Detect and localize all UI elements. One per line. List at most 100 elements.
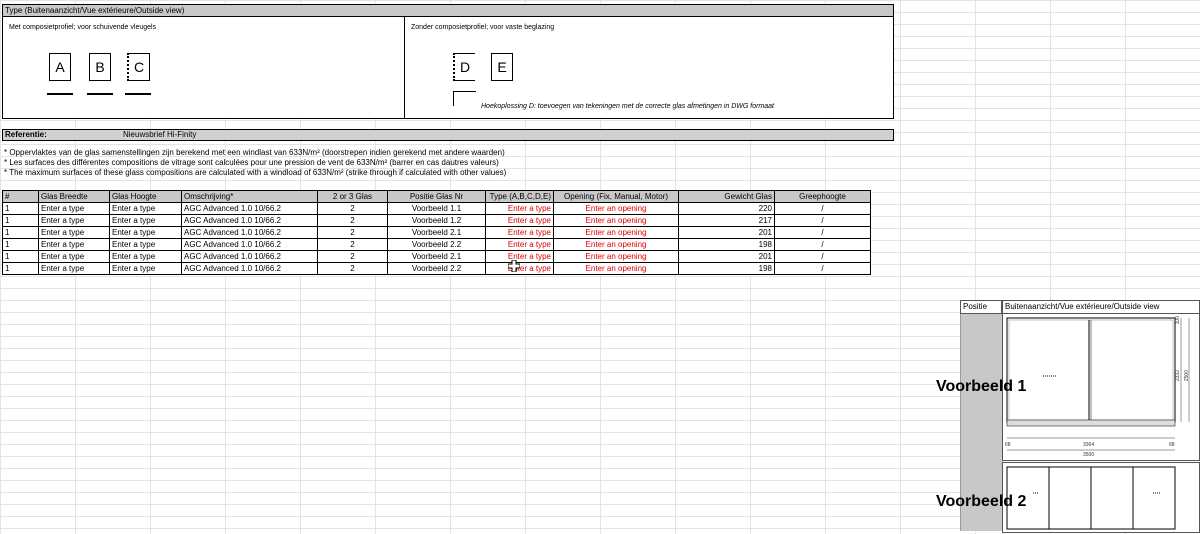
drawing-voorbeeld-2 [1002, 462, 1200, 533]
table-row: 1 Enter a type Enter a type AGC Advanced 1.… [2, 226, 871, 239]
glass-position-cell[interactable]: Voorbeeld 1.2 [387, 214, 486, 227]
dim-width-inner: 3364 [1083, 442, 1095, 448]
glass-height-cell[interactable]: Enter a type [109, 226, 182, 239]
glass-height-cell[interactable]: Enter a type [109, 250, 182, 263]
glass-weight-cell[interactable]: 198 [678, 238, 775, 251]
dim-left-offset: 68 [1005, 442, 1011, 448]
col-header-description: Omschrijving* [181, 190, 318, 203]
row-index-cell: 1 [2, 202, 39, 215]
glass-position-cell[interactable]: Voorbeeld 1.1 [387, 202, 486, 215]
glass-count-cell[interactable]: 2 [317, 202, 388, 215]
type-b-underline [87, 93, 113, 95]
handle-height-cell[interactable]: / [774, 262, 871, 275]
elevation-drawing-1 [1006, 317, 1190, 451]
type-panel-header: Type (Buitenaanzicht/Vue extérieure/Outs… [3, 5, 893, 17]
glass-width-cell[interactable]: Enter a type [38, 202, 110, 215]
type-c-underline [125, 93, 151, 95]
hoek-note: Hoekoplossing D: toevoegen van tekeninge… [481, 103, 774, 110]
col-header-height: Glas Hoogte [109, 190, 182, 203]
note-nl: * Oppervlaktes van de glas samenstelling… [4, 148, 505, 157]
glass-count-cell[interactable]: 2 [317, 226, 388, 239]
row-index-cell: 1 [2, 214, 39, 227]
handle-height-cell[interactable]: / [774, 214, 871, 227]
glass-count-cell[interactable]: 2 [317, 250, 388, 263]
dim-width-outer: 3500 [1083, 452, 1095, 458]
opening-select-cell[interactable]: Enter an opening [553, 226, 679, 239]
opening-select-cell[interactable]: Enter an opening [553, 250, 679, 263]
notes-block: * Oppervlaktes van de glas samenstelling… [4, 148, 506, 178]
table-row: 1 Enter a type Enter a type AGC Advanced 1.… [2, 202, 871, 215]
glass-weight-cell[interactable]: 220 [678, 202, 775, 215]
handle-height-cell[interactable]: / [774, 250, 871, 263]
description-cell[interactable]: AGC Advanced 1.0 10/66.2 [181, 226, 318, 239]
glass-width-cell[interactable]: Enter a type [38, 250, 110, 263]
col-header-glass-count: 2 or 3 Glas [317, 190, 388, 203]
table-header-row: # Glas Breedte Glas Hoogte Omschrijving*… [2, 190, 871, 203]
glass-height-cell[interactable]: Enter a type [109, 214, 182, 227]
type-select-cell[interactable]: Enter a type [485, 226, 554, 239]
description-cell[interactable]: AGC Advanced 1.0 10/66.2 [181, 262, 318, 275]
glass-width-cell[interactable]: Enter a type [38, 214, 110, 227]
row-index-cell: 1 [2, 262, 39, 275]
reference-value[interactable]: Nieuwsbrief Hi-Finity [123, 130, 196, 140]
right-caption: Zonder composietprofiel; voor vaste begl… [411, 24, 555, 31]
glass-position-cell[interactable]: Voorbeeld 2.2 [387, 238, 486, 251]
glass-weight-cell[interactable]: 201 [678, 250, 775, 263]
type-letter-e: E [491, 53, 513, 81]
opening-select-cell[interactable]: Enter an opening [553, 202, 679, 215]
type-letter-b: B [89, 53, 111, 81]
description-cell[interactable]: AGC Advanced 1.0 10/66.2 [181, 214, 318, 227]
glass-width-cell[interactable]: Enter a type [38, 226, 110, 239]
handle-height-cell[interactable]: / [774, 202, 871, 215]
row-index-cell: 1 [2, 250, 39, 263]
glass-height-cell[interactable]: Enter a type [109, 202, 182, 215]
col-header-width: Glas Breedte [38, 190, 110, 203]
glass-weight-cell[interactable]: 217 [678, 214, 775, 227]
type-letter-d: D [453, 53, 475, 81]
handle-height-cell[interactable]: / [774, 238, 871, 251]
glass-width-cell[interactable]: Enter a type [38, 262, 110, 275]
glass-height-cell[interactable]: Enter a type [109, 238, 182, 251]
description-cell[interactable]: AGC Advanced 1.0 10/66.2 [181, 250, 318, 263]
positie-header: Positie [960, 300, 1002, 314]
opening-select-cell[interactable]: Enter an opening [553, 262, 679, 275]
dim-height-b: 2500 [1184, 370, 1190, 382]
type-select-cell[interactable]: Enter a type [485, 238, 554, 251]
handle-height-cell[interactable]: / [774, 226, 871, 239]
description-cell[interactable]: AGC Advanced 1.0 10/66.2 [181, 202, 318, 215]
opening-select-cell[interactable]: Enter an opening [553, 238, 679, 251]
glass-weight-cell[interactable]: 198 [678, 262, 775, 275]
glass-position-cell[interactable]: Voorbeeld 2.1 [387, 250, 486, 263]
reference-row: Referentie: Nieuwsbrief Hi-Finity [2, 129, 894, 141]
table-row: 1 Enter a type Enter a type AGC Advanced 1.… [2, 238, 871, 251]
corner-solution-mark [453, 91, 476, 106]
col-header-handle-height: Greephoogte [774, 190, 871, 203]
glass-count-cell[interactable]: 2 [317, 214, 388, 227]
cell-select-cursor-icon [508, 260, 520, 272]
voorbeeld-1-label: Voorbeeld 1 [936, 378, 1027, 395]
glass-count-cell[interactable]: 2 [317, 262, 388, 275]
row-index-cell: 1 [2, 238, 39, 251]
glass-count-cell[interactable]: 2 [317, 238, 388, 251]
type-panel-left: Met composietprofiel; voor schuivende vl… [3, 17, 405, 118]
col-header-index: # [2, 190, 39, 203]
opening-select-cell[interactable]: Enter an opening [553, 214, 679, 227]
description-cell[interactable]: AGC Advanced 1.0 10/66.2 [181, 238, 318, 251]
glass-height-cell[interactable]: Enter a type [109, 262, 182, 275]
outside-view-header: Buitenaanzicht/Vue extérieure/Outside vi… [1002, 300, 1200, 314]
glass-position-cell[interactable]: Voorbeeld 2.2 [387, 262, 486, 275]
col-header-position: Positie Glas Nr [387, 190, 486, 203]
drawing-voorbeeld-1: 3364 3500 68 68 2332 2500 100 [1002, 313, 1200, 461]
col-header-type: Type (A,B,C,D,E) [485, 190, 554, 203]
type-letter-a: A [49, 53, 71, 81]
table-row: 1 Enter a type Enter a type AGC Advanced 1.… [2, 262, 871, 275]
reference-label: Referentie: [5, 130, 47, 139]
type-select-cell[interactable]: Enter a type [485, 202, 554, 215]
col-header-opening: Opening (Fix, Manual, Motor) [553, 190, 679, 203]
glass-position-cell[interactable]: Voorbeeld 2.1 [387, 226, 486, 239]
col-header-weight: Gewicht Glas [678, 190, 775, 203]
type-select-cell[interactable]: Enter a type [485, 214, 554, 227]
glass-weight-cell[interactable]: 201 [678, 226, 775, 239]
glass-width-cell[interactable]: Enter a type [38, 238, 110, 251]
table-row: 1 Enter a type Enter a type AGC Advanced 1.… [2, 214, 871, 227]
